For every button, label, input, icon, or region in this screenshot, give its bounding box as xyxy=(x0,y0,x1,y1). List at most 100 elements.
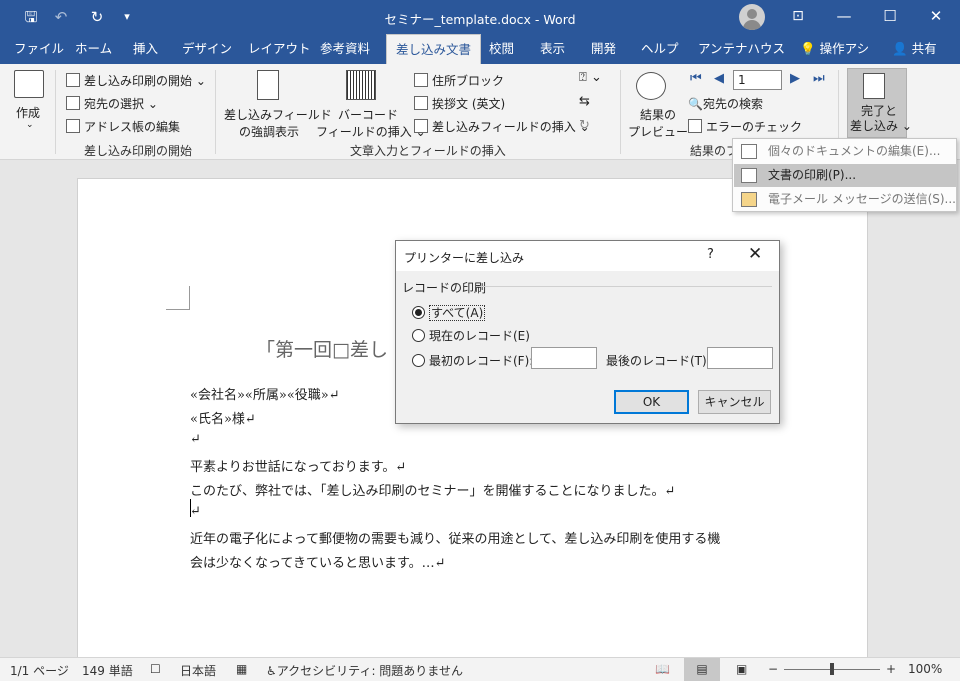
edit-list-icon xyxy=(66,119,80,133)
radio-button xyxy=(412,354,425,367)
finish-merge-icon xyxy=(863,73,885,99)
word-count[interactable]: 149 単語 xyxy=(82,662,133,679)
to-label: 最後のレコード(T): xyxy=(606,354,711,368)
dialog-close-button[interactable]: ✕ xyxy=(748,244,762,264)
insert-merge-field-button[interactable]: 差し込みフィールドの挿入 ⌄ xyxy=(414,118,590,135)
name-field-line: «氏名»様↵ xyxy=(190,412,256,427)
track-changes-icon[interactable]: ▦ xyxy=(236,662,247,676)
edit-documents-icon xyxy=(741,144,757,159)
rules-icon: ⍰ xyxy=(579,70,587,85)
accessibility-status[interactable]: ♿アクセシビリティ: 問題ありません xyxy=(266,662,463,679)
body-paragraph-2: このたび、弊社では、「差し込み印刷のセミナー」を開催することになりました。↵ xyxy=(190,484,676,499)
record-number-input[interactable]: 1 xyxy=(733,70,782,90)
dialog-title: プリンターに差し込み xyxy=(404,251,525,265)
tab-view[interactable]: 表示 xyxy=(531,34,574,64)
body-paragraph-3-line-1: 近年の電子化によって郵便物の需要も減り、従来の用途として、差し込み印刷を使用する… xyxy=(190,532,721,547)
menu-item-edit-documents[interactable]: 個々のドキュメントの編集(E)... xyxy=(734,140,956,163)
tab-antenna-house[interactable]: アンテナハウス xyxy=(689,34,794,64)
dialog-titlebar: プリンターに差し込み ? ✕ xyxy=(396,241,779,271)
tell-me-label: 操作アシ xyxy=(819,41,870,56)
preview-label-2: プレビュー xyxy=(628,125,689,139)
zoom-slider-thumb[interactable] xyxy=(830,663,834,675)
radio-button xyxy=(412,329,425,342)
preview-results-button[interactable]: 結果の プレビュー xyxy=(628,106,688,140)
insert-field-icon xyxy=(414,119,428,133)
previous-record-button[interactable]: ◀ xyxy=(714,71,724,86)
highlight-fields-icon xyxy=(257,70,279,100)
ribbon-display-options-icon[interactable]: ⊡ xyxy=(775,0,821,34)
check-errors-button[interactable]: エラーのチェック xyxy=(688,118,802,135)
tab-layout[interactable]: レイアウト xyxy=(239,34,320,64)
zoom-level[interactable]: 100% xyxy=(908,662,942,676)
cancel-button[interactable]: キャンセル xyxy=(698,390,771,414)
finish-and-merge-button[interactable]: 完了と 差し込み ⌄ xyxy=(847,68,912,138)
print-layout-icon[interactable]: ▤ xyxy=(684,658,720,681)
avatar[interactable] xyxy=(739,4,765,30)
text-cursor xyxy=(190,499,191,517)
title-bar: 🖫 ↶ ↻ ▾ セミナー_template.docx - Word ⊡ — ☐ … xyxy=(0,0,960,34)
accessibility-icon: ♿ xyxy=(266,664,277,678)
tab-references[interactable]: 参考資料 xyxy=(311,34,379,64)
greeting-line-icon xyxy=(414,96,428,110)
last-record-button[interactable]: ⏭ xyxy=(813,71,825,86)
radio-from[interactable]: 最初のレコード(F): xyxy=(412,352,533,369)
select-recipients-button[interactable]: 宛先の選択 ⌄ xyxy=(66,95,158,112)
radio-current-record[interactable]: 現在のレコード(E) xyxy=(412,327,530,344)
read-mode-icon[interactable]: 📖 xyxy=(655,662,670,676)
help-button[interactable]: ? xyxy=(707,247,714,262)
group-divider xyxy=(215,70,216,154)
share-label: 共有 xyxy=(911,41,937,56)
tab-design[interactable]: デザイン xyxy=(173,34,241,64)
lightbulb-icon: 💡 xyxy=(800,41,816,56)
minimize-button[interactable]: — xyxy=(821,0,867,34)
edit-recipient-list-button[interactable]: アドレス帳の編集 xyxy=(66,118,180,135)
tab-help[interactable]: ヘルプ xyxy=(632,34,688,64)
tell-me-search[interactable]: 💡 操作アシ xyxy=(791,34,878,64)
email-icon xyxy=(741,192,757,207)
rules-button[interactable]: ⍰ ⌄ xyxy=(579,70,602,85)
radio-all[interactable]: すべて(A) xyxy=(412,304,486,321)
update-labels-icon[interactable]: ↻ xyxy=(579,118,590,133)
document-heading: 「第一回□差し xyxy=(256,339,388,361)
group-label-preview-results: 結果のプ xyxy=(690,144,739,158)
page-count[interactable]: 1/1 ページ xyxy=(10,662,69,679)
merge-to-printer-dialog: プリンターに差し込み ? ✕ レコードの印刷 すべて(A) 現在のレコード(E)… xyxy=(395,240,780,424)
share-button[interactable]: 👤 共有 xyxy=(883,34,946,64)
menu-item-label: 個々のドキュメントの編集(E)... xyxy=(768,144,941,158)
menu-item-print-documents[interactable]: 文書の印刷(P)... xyxy=(734,164,956,187)
select-recipients-label: 宛先の選択 xyxy=(84,97,145,111)
insert-barcode-field-button[interactable]: バーコード フィールドの挿入 ⌄ xyxy=(316,106,426,140)
zoom-in-button[interactable]: + xyxy=(886,662,896,676)
merge-fields-line: «会社名»«所属»«役職»↵ xyxy=(190,388,340,403)
proofing-icon[interactable]: ☐ xyxy=(150,662,161,676)
next-record-button[interactable]: ▶ xyxy=(790,71,800,86)
accessibility-label: アクセシビリティ: 問題ありません xyxy=(276,664,463,678)
documents-icon xyxy=(66,73,80,87)
close-button[interactable]: ✕ xyxy=(913,0,959,34)
to-record-input[interactable] xyxy=(707,347,773,369)
from-record-input[interactable] xyxy=(531,347,597,369)
tab-mailings[interactable]: 差し込み文書 xyxy=(386,34,482,65)
tab-home[interactable]: ホーム xyxy=(66,34,121,64)
zoom-out-button[interactable]: − xyxy=(768,662,778,676)
tab-file[interactable]: ファイル xyxy=(5,34,73,64)
menu-item-label: 文書の印刷(P)... xyxy=(768,168,857,182)
menu-item-send-email[interactable]: 電子メール メッセージの送信(S)... xyxy=(734,188,956,211)
first-record-button[interactable]: ⏮ xyxy=(690,71,702,86)
create-button[interactable]: 作成 xyxy=(16,104,40,121)
greeting-line-button[interactable]: 挨拶文 (英文) xyxy=(414,95,505,112)
start-mail-merge-button[interactable]: 差し込み印刷の開始 ⌄ xyxy=(66,72,206,89)
find-recipient-button[interactable]: 🔍宛先の検索 xyxy=(688,95,763,112)
tab-review[interactable]: 校閲 xyxy=(480,34,523,64)
language[interactable]: 日本語 xyxy=(180,662,216,679)
ok-button[interactable]: OK xyxy=(614,390,689,414)
check-errors-label: エラーのチェック xyxy=(706,120,803,134)
magnifier-icon: 🔍 xyxy=(688,97,703,111)
match-fields-icon[interactable]: ⇆ xyxy=(579,94,590,109)
tab-developer[interactable]: 開発 xyxy=(582,34,625,64)
find-recipient-label: 宛先の検索 xyxy=(702,97,763,111)
maximize-button[interactable]: ☐ xyxy=(867,0,913,34)
web-layout-icon[interactable]: ▣ xyxy=(736,662,747,676)
tab-insert[interactable]: 挿入 xyxy=(124,34,167,64)
address-block-button[interactable]: 住所ブロック xyxy=(414,72,504,89)
